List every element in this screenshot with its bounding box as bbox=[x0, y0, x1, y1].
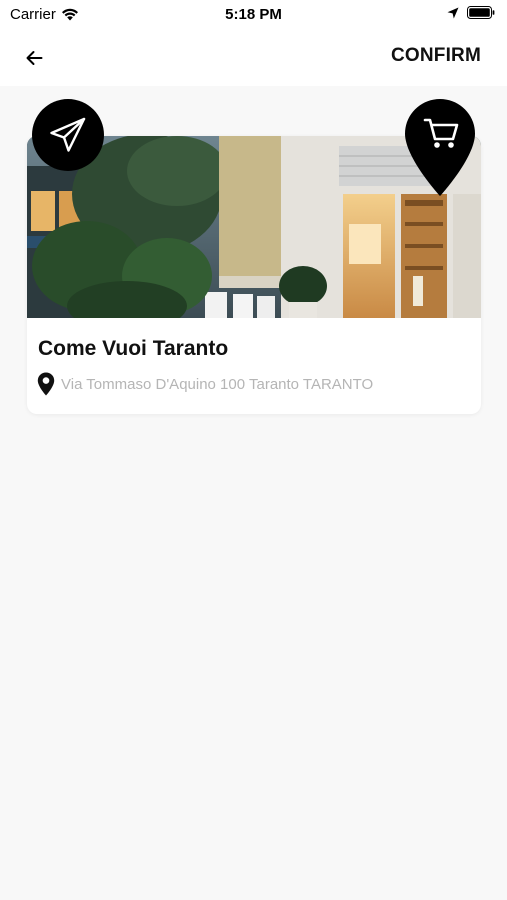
store-name: Come Vuoi Taranto bbox=[38, 337, 229, 360]
battery-icon bbox=[467, 6, 495, 19]
status-bar: Carrier 5:18 PM bbox=[0, 0, 507, 30]
send-directions-button[interactable] bbox=[32, 99, 104, 171]
store-address-text: Via Tommaso D'Aquino 100 Taranto TARANTO bbox=[61, 375, 374, 393]
store-address: Via Tommaso D'Aquino 100 Taranto TARANTO bbox=[37, 372, 373, 396]
arrow-left-icon bbox=[26, 51, 43, 65]
back-button[interactable] bbox=[18, 42, 50, 74]
map-pin-icon bbox=[37, 372, 55, 396]
confirm-button[interactable]: CONFIRM bbox=[391, 45, 481, 67]
clock: 5:18 PM bbox=[225, 6, 282, 23]
cart-pin-marker[interactable] bbox=[404, 98, 476, 198]
navigation-bar: CONFIRM bbox=[0, 30, 507, 86]
cart-pin-icon bbox=[405, 99, 475, 196]
status-right bbox=[447, 6, 495, 19]
paper-plane-icon bbox=[50, 117, 86, 152]
location-arrow-icon bbox=[447, 7, 459, 18]
